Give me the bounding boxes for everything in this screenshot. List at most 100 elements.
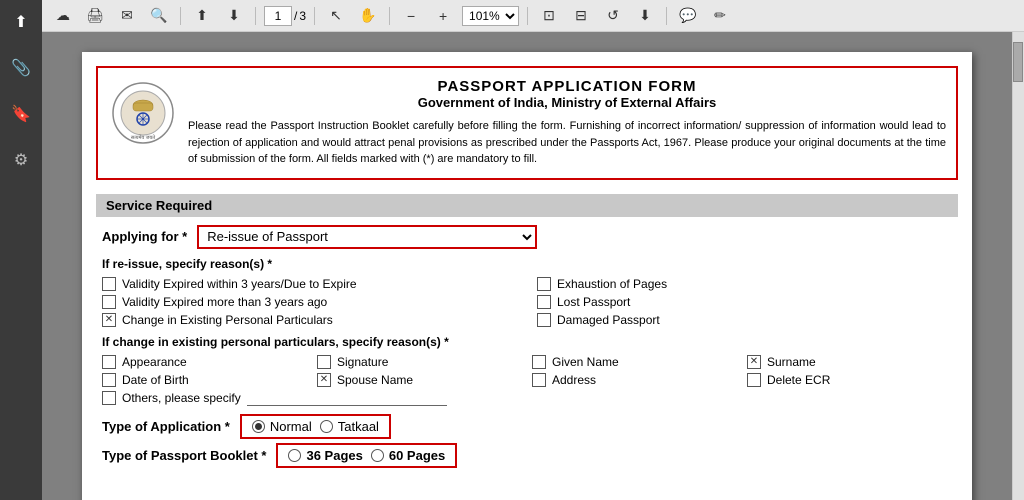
others-row: Others, please specify [102,391,952,406]
toolbar: ☁ 🖨 ✉ 🔍 ⬆ ⬇ / 3 ↖ ✋ − + 101% 75% 100% 12… [42,0,1024,32]
checkbox-surname: Surname [747,355,952,369]
radio-normal[interactable]: Normal [252,419,312,434]
toolbar-fit-width-btn[interactable]: ⊟ [568,5,594,27]
header-row: सत्यमेव जयते PASSPORT APPLICATION FORM G… [108,78,946,168]
toolbar-search-btn[interactable]: 🔍 [146,5,172,27]
checkbox-damaged-box[interactable] [537,313,551,327]
checkbox-address-box[interactable] [532,373,546,387]
checkbox-others-box[interactable] [102,391,116,405]
zoom-select[interactable]: 101% 75% 100% 125% 150% [462,6,519,26]
applying-for-label: Applying for * [102,229,187,244]
toolbar-email-btn[interactable]: ✉ [114,5,140,27]
checkbox-lost-label: Lost Passport [557,295,630,309]
radio-36-circle[interactable] [288,449,301,462]
sidebar: ⬆ 📎 🔖 ⚙ [0,0,42,500]
scrollbar-thumb[interactable] [1013,42,1023,82]
checkbox-dob-box[interactable] [102,373,116,387]
toolbar-fit-page-btn[interactable]: ⊡ [536,5,562,27]
page-input-group: / 3 [264,6,306,26]
checkbox-appearance-box[interactable] [102,355,116,369]
applying-for-select[interactable]: Re-issue of Passport Fresh Passport [197,225,537,249]
page-separator: / [294,9,297,23]
checkbox-lost: Lost Passport [537,295,952,309]
separator-4 [389,7,390,25]
bottom-row: Type of Passport Booklet * 36 Pages 60 P… [102,443,952,468]
toolbar-zoom-in-btn[interactable]: + [430,5,456,27]
checkbox-validity-3-label: Validity Expired within 3 years/Due to E… [122,277,357,291]
emblem: सत्यमेव जयते [108,78,178,148]
form-title1: PASSPORT APPLICATION FORM [188,78,946,95]
others-label: Others, please specify [122,391,241,405]
checkbox-validity-3: Validity Expired within 3 years/Due to E… [102,277,517,291]
right-scrollbar[interactable] [1012,32,1024,500]
checkbox-surname-box[interactable] [747,355,761,369]
reissue-checkbox-grid: Validity Expired within 3 years/Due to E… [102,277,952,327]
toolbar-hand-btn[interactable]: ✋ [355,5,381,27]
toolbar-print-btn[interactable]: 🖨 [82,5,108,27]
toolbar-next-btn[interactable]: ⬇ [221,5,247,27]
radio-36[interactable]: 36 Pages [288,448,362,463]
svg-text:सत्यमेव जयते: सत्यमेव जयते [130,134,154,141]
type-application-label: Type of Application * [102,419,230,434]
radio-tatkaal-label: Tatkaal [338,419,379,434]
form-header-container: सत्यमेव जयते PASSPORT APPLICATION FORM G… [96,66,958,180]
checkbox-given-name-box[interactable] [532,355,546,369]
type-application-radio-group: Normal Tatkaal [240,414,391,439]
particulars-checkbox-grid: Appearance Signature Given Name Sur [102,355,952,387]
particulars-label: If change in existing personal particula… [102,335,952,349]
radio-60[interactable]: 60 Pages [371,448,445,463]
form-body: Applying for * Re-issue of Passport Fres… [82,217,972,476]
checkbox-delete-ecr-label: Delete ECR [767,373,830,387]
checkbox-change-personal: Change in Existing Personal Particulars [102,313,517,327]
checkbox-signature: Signature [317,355,522,369]
others-input[interactable] [247,391,447,406]
checkbox-validity-more: Validity Expired more than 3 years ago [102,295,517,309]
toolbar-zoom-out-btn[interactable]: − [398,5,424,27]
toolbar-upload-btn[interactable]: ☁ [50,5,76,27]
radio-tatkaal[interactable]: Tatkaal [320,419,379,434]
toolbar-download-btn[interactable]: ⬇ [632,5,658,27]
sidebar-icon-layers[interactable]: 🔖 [7,100,35,128]
toolbar-draw-btn[interactable]: ✏ [707,5,733,27]
checkbox-validity-more-label: Validity Expired more than 3 years ago [122,295,327,309]
checkbox-validity-more-box[interactable] [102,295,116,309]
sidebar-icon-attach[interactable]: 📎 [7,54,35,82]
checkbox-change-personal-label: Change in Existing Personal Particulars [122,313,333,327]
checkbox-appearance-label: Appearance [122,355,187,369]
checkbox-signature-box[interactable] [317,355,331,369]
checkbox-spouse-name: Spouse Name [317,373,522,387]
checkbox-spouse-name-label: Spouse Name [337,373,413,387]
radio-60-circle[interactable] [371,449,384,462]
booklet-radio-group: 36 Pages 60 Pages [276,443,457,468]
pdf-page: सत्यमेव जयते PASSPORT APPLICATION FORM G… [82,52,972,500]
checkbox-delete-ecr-box[interactable] [747,373,761,387]
scroll-area[interactable]: सत्यमेव जयते PASSPORT APPLICATION FORM G… [42,32,1012,500]
page-number-input[interactable] [264,6,292,26]
checkbox-dob-label: Date of Birth [122,373,189,387]
checkbox-damaged-label: Damaged Passport [557,313,660,327]
checkbox-lost-box[interactable] [537,295,551,309]
radio-normal-label: Normal [270,419,312,434]
toolbar-cursor-btn[interactable]: ↖ [323,5,349,27]
content-area: सत्यमेव जयते PASSPORT APPLICATION FORM G… [42,32,1024,500]
checkbox-exhaustion-label: Exhaustion of Pages [557,277,667,291]
radio-normal-circle[interactable] [252,420,265,433]
toolbar-prev-btn[interactable]: ⬆ [189,5,215,27]
toolbar-rotate-btn[interactable]: ↺ [600,5,626,27]
checkbox-given-name-label: Given Name [552,355,619,369]
checkbox-validity-3-box[interactable] [102,277,116,291]
section-header: Service Required [96,194,958,217]
radio-tatkaal-circle[interactable] [320,420,333,433]
toolbar-comment-btn[interactable]: 💬 [675,5,701,27]
sidebar-icon-upload[interactable]: ⬆ [7,8,35,36]
checkbox-spouse-name-box[interactable] [317,373,331,387]
checkbox-damaged: Damaged Passport [537,313,952,327]
radio-60-label: 60 Pages [389,448,445,463]
separator-1 [180,7,181,25]
separator-3 [314,7,315,25]
form-title-block: PASSPORT APPLICATION FORM Government of … [188,78,946,110]
sidebar-icon-settings[interactable]: ⚙ [7,146,35,174]
checkbox-change-personal-box[interactable] [102,313,116,327]
checkbox-exhaustion-box[interactable] [537,277,551,291]
type-application-row: Type of Application * Normal Tatkaal [102,414,952,439]
